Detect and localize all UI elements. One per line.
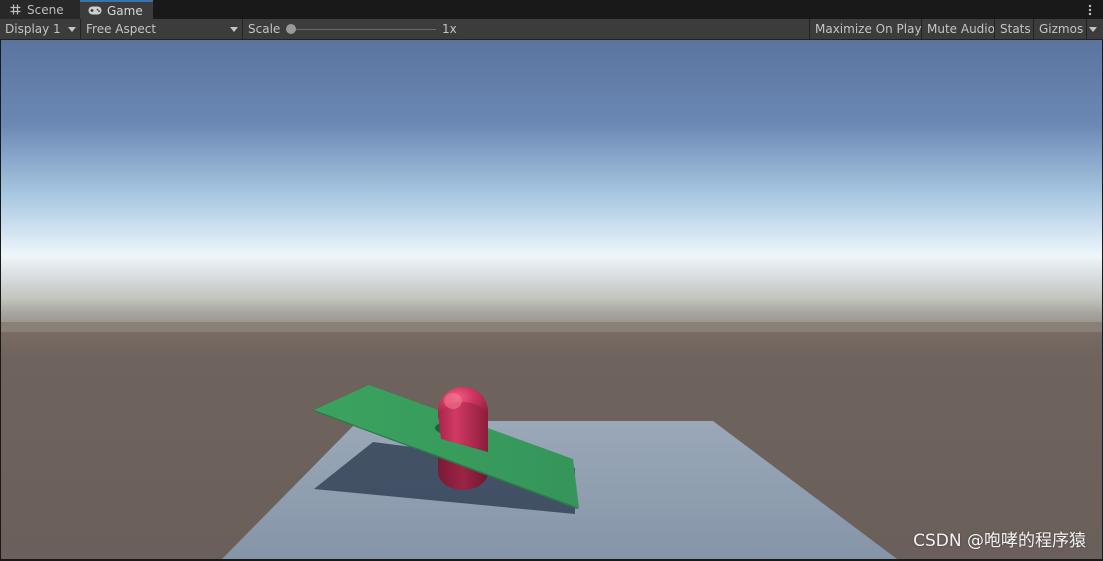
display-dropdown-label: Display 1: [5, 22, 61, 36]
chevron-down-icon: [68, 27, 76, 32]
scale-value: 1x: [442, 22, 457, 36]
gizmos-label: Gizmos: [1039, 22, 1084, 36]
chevron-down-icon[interactable]: [1089, 27, 1097, 32]
scale-control: Scale 1x: [243, 19, 473, 39]
game-viewport[interactable]: CSDN @咆哮的程序猿: [1, 40, 1102, 559]
gizmos-dropdown[interactable]: Gizmos: [1033, 19, 1103, 39]
tab-game[interactable]: Game: [80, 0, 153, 19]
sky: [1, 40, 1102, 340]
scale-slider-handle[interactable]: [286, 24, 296, 34]
watermark: CSDN @咆哮的程序猿: [913, 531, 1086, 551]
game-view-toolbar: Display 1 Free Aspect Scale 1x Maximize …: [0, 19, 1103, 40]
mute-audio-toggle[interactable]: Mute Audio: [921, 19, 995, 39]
tab-scene-label: Scene: [27, 2, 64, 17]
mute-audio-label: Mute Audio: [927, 22, 995, 36]
display-dropdown[interactable]: Display 1: [0, 19, 81, 39]
gamepad-icon: [88, 4, 102, 18]
grid-icon: [8, 3, 22, 17]
stats-toggle[interactable]: Stats: [994, 19, 1033, 39]
tab-game-label: Game: [107, 3, 143, 18]
tab-scene[interactable]: Scene: [0, 0, 80, 19]
unity-game-window: Scene Game Display 1 Free Aspect Scale 1…: [0, 0, 1103, 561]
scale-label: Scale: [248, 22, 281, 36]
stats-label: Stats: [1000, 22, 1031, 36]
maximize-on-play-toggle[interactable]: Maximize On Play: [809, 19, 922, 39]
game-render: [1, 40, 1102, 559]
chevron-down-icon: [230, 27, 238, 32]
aspect-dropdown[interactable]: Free Aspect: [81, 19, 243, 39]
kebab-menu-icon[interactable]: [1083, 2, 1097, 17]
tab-bar: Scene Game: [0, 0, 1103, 20]
scale-slider-track[interactable]: [288, 29, 436, 30]
gizmos-divider: [1086, 19, 1087, 39]
maximize-on-play-label: Maximize On Play: [815, 22, 922, 36]
aspect-dropdown-label: Free Aspect: [86, 22, 157, 36]
